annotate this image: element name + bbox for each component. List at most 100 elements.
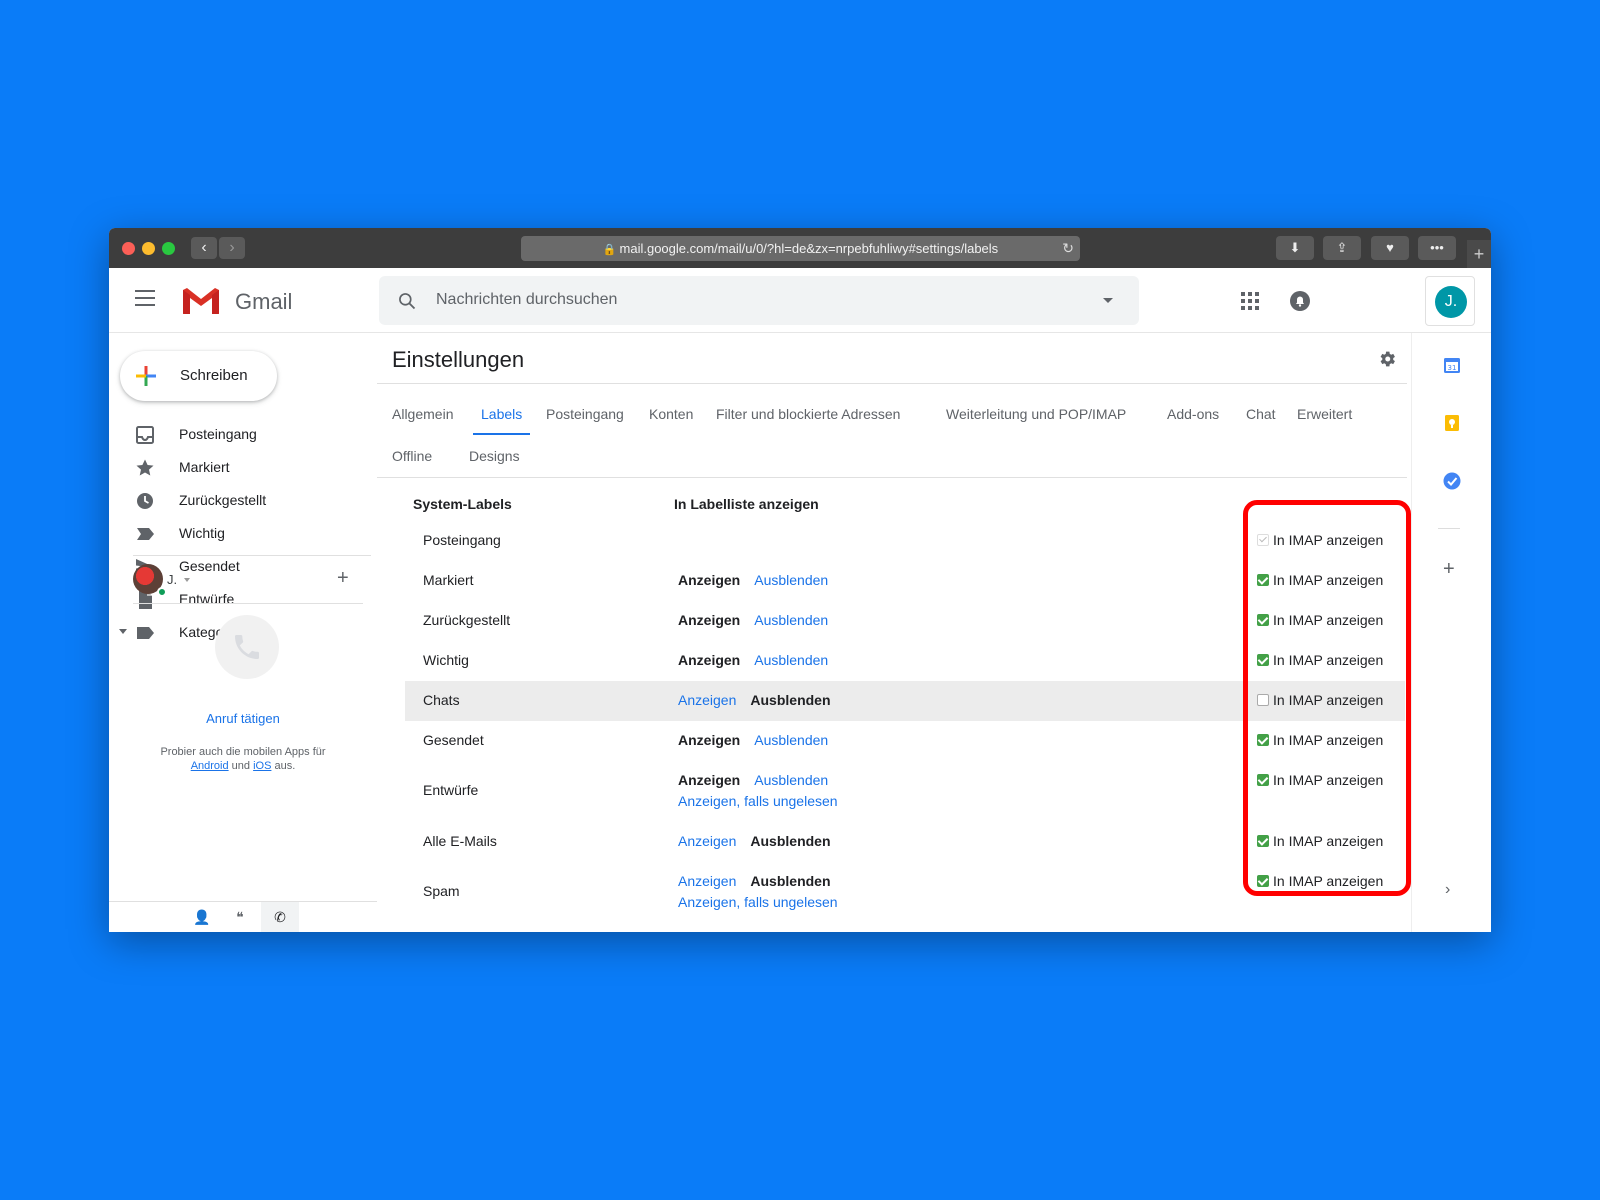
sidebar-item-label: Posteingang	[179, 426, 257, 442]
more-icon: •••	[1430, 240, 1444, 255]
tab-general[interactable]: Allgemein	[392, 403, 453, 435]
keep-icon[interactable]	[1442, 413, 1462, 433]
online-status-icon	[157, 587, 167, 597]
share-button[interactable]: ⇪	[1323, 236, 1361, 260]
ios-link[interactable]: iOS	[253, 760, 271, 772]
maximize-window-button[interactable]	[162, 242, 175, 255]
new-tab-button[interactable]: +	[1467, 240, 1491, 268]
label-icon	[137, 627, 154, 639]
tab-themes[interactable]: Designs	[469, 445, 520, 477]
show-if-unread-link[interactable]: Anzeigen, falls ungelesen	[678, 894, 838, 910]
sidebar: Schreiben Posteingang Markiert Zurückges…	[109, 333, 377, 932]
divider	[133, 603, 363, 604]
hide-link: Ausblenden	[750, 833, 831, 849]
visibility-actions: Anzeigen Ausblenden	[678, 572, 828, 588]
tab-offline[interactable]: Offline	[392, 445, 432, 477]
visibility-actions: Anzeigen Ausblenden	[678, 772, 828, 788]
android-link[interactable]: Android	[191, 760, 229, 772]
hangouts-user-name[interactable]: J.	[167, 572, 177, 587]
show-if-unread-link[interactable]: Anzeigen, falls ungelesen	[678, 793, 838, 809]
show-link[interactable]: Anzeigen	[678, 833, 736, 849]
hide-link[interactable]: Ausblenden	[754, 612, 828, 628]
notifications-bell-icon[interactable]	[1289, 290, 1311, 312]
label-name: Alle E-Mails	[423, 833, 497, 849]
address-bar[interactable]: 🔒 mail.google.com/mail/u/0/?hl=de&zx=nrpe…	[521, 236, 1080, 261]
calendar-icon[interactable]: 31	[1442, 355, 1462, 375]
main-menu-icon[interactable]	[135, 290, 155, 306]
phone-tab[interactable]: ✆	[261, 902, 299, 932]
important-icon	[137, 528, 154, 540]
visibility-actions: Anzeigen Ausblenden	[678, 652, 828, 668]
gmail-logo-icon[interactable]	[181, 286, 221, 316]
pocket-button[interactable]: ♥	[1371, 236, 1409, 260]
tasks-icon[interactable]	[1442, 471, 1462, 491]
gear-icon[interactable]	[1377, 349, 1397, 369]
new-conversation-plus-icon[interactable]: +	[337, 567, 349, 590]
get-addons-plus-icon[interactable]: +	[1443, 558, 1455, 581]
label-name: Chats	[423, 692, 460, 708]
tab-labels[interactable]: Labels	[473, 403, 531, 435]
mobile-apps-note: Probier auch die mobilen Apps für Androi…	[133, 745, 353, 773]
person-icon: 👤	[193, 909, 211, 925]
hide-link[interactable]: Ausblenden	[754, 732, 828, 748]
show-link: Anzeigen	[678, 772, 741, 788]
label-name: Gesendet	[423, 732, 484, 748]
sidebar-item-label: Markiert	[179, 459, 230, 475]
hide-link[interactable]: Ausblenden	[754, 772, 828, 788]
lock-icon: 🔒	[602, 244, 617, 256]
chevron-right-icon[interactable]: ›	[1445, 881, 1450, 899]
label-name: Spam	[423, 883, 460, 899]
minimize-window-button[interactable]	[142, 242, 155, 255]
phone-bubble-icon	[215, 615, 279, 679]
close-window-button[interactable]	[122, 242, 135, 255]
search-options-icon[interactable]	[1103, 298, 1113, 303]
search-bar[interactable]: Nachrichten durchsuchen	[379, 276, 1139, 325]
mobile-note-end: aus.	[274, 760, 296, 772]
side-apps-panel: 31 + ›	[1411, 333, 1491, 932]
sidebar-item-label: Zurückgestellt	[179, 492, 267, 508]
expand-arrow-icon[interactable]	[119, 629, 127, 634]
downloads-button[interactable]: ⬇	[1276, 236, 1314, 260]
sidebar-item-snoozed[interactable]: Zurückgestellt	[109, 484, 377, 517]
show-link[interactable]: Anzeigen	[678, 873, 736, 889]
label-name: Posteingang	[423, 532, 501, 548]
search-icon[interactable]	[397, 291, 417, 311]
clock-icon	[137, 493, 153, 509]
tab-accounts[interactable]: Konten	[649, 403, 693, 435]
conversations-tab[interactable]: ❝	[221, 902, 259, 932]
browser-toolbar: ‹ › 🔒 mail.google.com/mail/u/0/?hl=de&zx=…	[109, 228, 1491, 268]
back-button[interactable]: ‹	[191, 237, 217, 259]
divider	[377, 477, 1407, 478]
tab-advanced[interactable]: Erweitert	[1297, 403, 1352, 435]
forward-button[interactable]: ›	[219, 237, 245, 259]
show-link: Anzeigen	[678, 612, 741, 628]
hide-link[interactable]: Ausblenden	[754, 572, 828, 588]
compose-button[interactable]: Schreiben	[120, 351, 277, 401]
show-link[interactable]: Anzeigen	[678, 692, 736, 708]
sidebar-item-important[interactable]: Wichtig	[109, 517, 377, 550]
download-icon: ⬇	[1289, 240, 1301, 255]
more-button[interactable]: •••	[1418, 236, 1456, 260]
tab-filters[interactable]: Filter und blockierte Adressen	[716, 403, 900, 435]
account-button[interactable]: J.	[1425, 276, 1475, 326]
hide-link: Ausblenden	[750, 692, 831, 708]
share-icon: ⇪	[1336, 240, 1348, 255]
tab-forwarding[interactable]: Weiterleitung und POP/IMAP	[946, 403, 1126, 435]
sidebar-item-inbox[interactable]: Posteingang	[109, 418, 377, 451]
tab-chat[interactable]: Chat	[1246, 403, 1276, 435]
label-name: Markiert	[423, 572, 474, 588]
hide-link[interactable]: Ausblenden	[754, 652, 828, 668]
show-link: Anzeigen	[678, 652, 741, 668]
tab-inbox[interactable]: Posteingang	[546, 403, 624, 435]
search-input[interactable]: Nachrichten durchsuchen	[436, 291, 617, 309]
sidebar-item-starred[interactable]: Markiert	[109, 451, 377, 484]
contacts-tab[interactable]: 👤	[183, 902, 221, 932]
tab-addons[interactable]: Add-ons	[1167, 403, 1219, 435]
user-dropdown-icon[interactable]	[184, 578, 190, 582]
make-call-link[interactable]: Anruf tätigen	[109, 711, 377, 726]
apps-grid-icon[interactable]	[1241, 292, 1259, 310]
divider	[377, 383, 1407, 384]
table-row: PapierkorbAnzeigenAusblendenIn IMAP anze…	[405, 923, 1405, 932]
reload-icon[interactable]: ↻	[1062, 236, 1074, 261]
sidebar-item-label: Gesendet	[179, 558, 240, 574]
